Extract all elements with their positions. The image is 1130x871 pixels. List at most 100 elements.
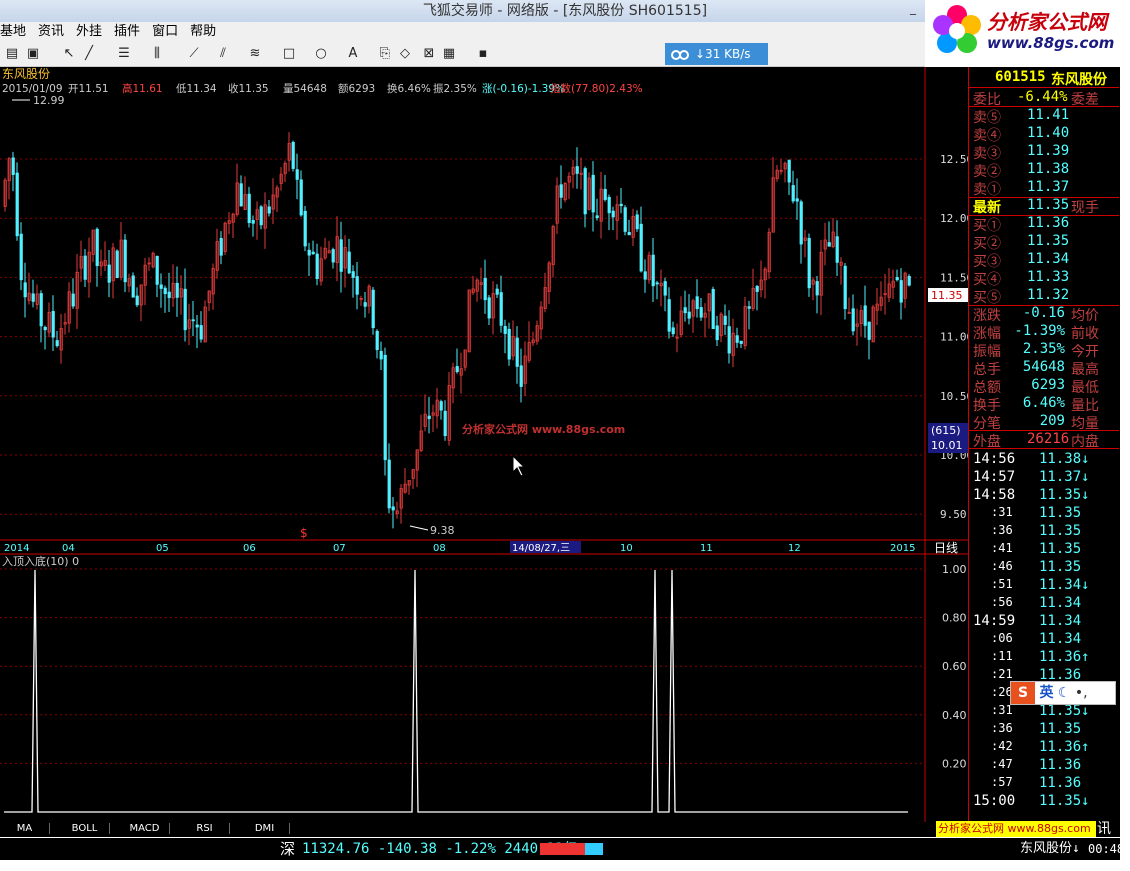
candle-body: [559, 184, 563, 198]
eraser-icon[interactable]: ◇: [396, 46, 414, 62]
candle-body: [219, 238, 223, 256]
candle-body: [695, 296, 699, 310]
candle-body: [427, 415, 431, 420]
volume-bar-blue: [585, 843, 603, 855]
chart-area[interactable]: 12.5012.0011.5011.0010.5010.009.50东风股份20…: [0, 67, 973, 837]
menu-base[interactable]: 基地: [0, 22, 32, 42]
tab-macd[interactable]: MACD: [120, 823, 170, 834]
minimize-button[interactable]: _: [905, 2, 921, 17]
candle-body: [603, 188, 607, 200]
index-pct: -1.22%: [445, 841, 496, 857]
text-tool-icon[interactable]: A: [344, 46, 362, 62]
chart-icon[interactable]: ▣: [24, 46, 42, 62]
parallel-tool-icon[interactable]: ≋: [246, 46, 264, 62]
tab-ma[interactable]: MA: [0, 823, 50, 834]
cursor-mark2: 10.01: [931, 439, 963, 452]
buy-price: 11.34: [1027, 251, 1070, 267]
date-label: 11: [700, 543, 713, 554]
candle-body: [495, 288, 499, 295]
xianshou-label: 现手: [1071, 200, 1099, 216]
tab-boll[interactable]: BOLL: [60, 823, 110, 834]
kline-chart[interactable]: 12.5012.0011.5011.0010.5010.009.50东风股份20…: [0, 67, 973, 837]
candle-body: [191, 319, 195, 322]
candle-body: [739, 340, 743, 344]
date-label: 06: [243, 543, 256, 554]
info-turn: 换6.46%: [387, 82, 431, 95]
indicator-tick-label: 0.60: [942, 660, 967, 673]
banner-url: www.88gs.com: [1007, 822, 1091, 835]
stat-value: 6.46%: [1022, 395, 1065, 411]
candle-body: [95, 228, 99, 267]
moon-icon[interactable]: ☾: [1058, 685, 1071, 701]
candle-body: [483, 277, 487, 301]
menu-bar: 基地 资讯 外挂 插件 窗口 帮助: [0, 22, 925, 42]
buy-label: 买⑤: [973, 290, 1001, 306]
color-grid-icon[interactable]: ▦: [440, 46, 458, 62]
rect-tool-icon[interactable]: □: [280, 46, 298, 62]
banner-text: 分析家公式网: [938, 822, 1004, 835]
current-price-label: 11.35: [931, 289, 963, 302]
channel-tool-icon[interactable]: ⫽: [214, 46, 232, 62]
tick-price: 11.35: [1039, 559, 1082, 575]
network-icon: [671, 50, 689, 60]
tab-rsi[interactable]: RSI: [180, 823, 230, 834]
tick-time: :11: [991, 649, 1013, 663]
buy-price: 11.32: [1027, 287, 1070, 303]
candle-body: [19, 233, 23, 281]
ime-mode[interactable]: 英: [1039, 685, 1053, 701]
weibi-value: -6.44%: [1017, 89, 1068, 105]
cursor-icon[interactable]: ↖: [60, 46, 78, 62]
candle-body: [643, 271, 647, 280]
candle-body: [611, 210, 615, 218]
price-tick-label: 11.00: [940, 331, 968, 344]
punct-icon[interactable]: •,: [1075, 685, 1088, 701]
hline-tool-icon[interactable]: ☰: [115, 46, 133, 62]
tab-dmi[interactable]: DMI: [240, 823, 290, 834]
vline-tool-icon[interactable]: ⫼: [148, 46, 166, 62]
date-label: 04: [62, 543, 75, 554]
candle-body: [635, 214, 639, 230]
indicator-title: 入顶入底(10) 0: [2, 554, 79, 568]
candle-body: [723, 315, 727, 325]
menu-news[interactable]: 资讯: [38, 22, 70, 42]
menu-addon[interactable]: 插件: [114, 22, 146, 42]
tick-time: :51: [991, 577, 1013, 591]
candle-body: [591, 174, 595, 213]
candle-body: [83, 255, 87, 280]
ellipse-tool-icon[interactable]: ○: [312, 46, 330, 62]
tick-time: :36: [991, 721, 1013, 735]
stat-label: 振幅: [973, 344, 1001, 360]
tick-time: :31: [991, 505, 1013, 519]
info-open: 开11.51: [68, 83, 109, 95]
buy-price: 11.36: [1027, 215, 1070, 231]
menu-plugin[interactable]: 外挂: [76, 22, 108, 42]
tick-price: 11.35: [1039, 721, 1082, 737]
candle-body: [583, 168, 587, 215]
buy-label: 买①: [973, 218, 1001, 234]
line-tool-icon[interactable]: ╱: [80, 46, 98, 62]
tick-price: 11.36↑: [1039, 739, 1090, 755]
candle-body: [199, 325, 203, 340]
period-label: 日线: [934, 541, 958, 555]
lock-icon[interactable]: ⊠: [420, 46, 438, 62]
tick-price: 11.35↓: [1039, 703, 1090, 719]
kline-icon[interactable]: ▤: [3, 46, 21, 62]
candle-body: [167, 291, 171, 298]
save-icon[interactable]: ▪: [474, 46, 492, 62]
copy-icon[interactable]: ⎘: [376, 46, 394, 62]
candle-body: [787, 159, 791, 183]
candle-body: [115, 250, 119, 279]
ime-toolbar[interactable]: S 英 ☾ •,: [1010, 681, 1116, 705]
menu-window[interactable]: 窗口: [152, 22, 184, 42]
candle-body: [851, 308, 855, 332]
candle-body: [135, 295, 139, 306]
fan-tool-icon[interactable]: ⟋: [185, 46, 203, 62]
stat-value: -0.16: [1022, 305, 1065, 321]
tick-time: :31: [991, 703, 1013, 717]
menu-help[interactable]: 帮助: [190, 22, 222, 42]
volume-bar-red: [540, 843, 585, 855]
candle-body: [683, 307, 687, 314]
candle-body: [671, 327, 675, 335]
tick-price: 11.36: [1039, 757, 1082, 773]
info-amp: 振2.35%: [433, 82, 477, 95]
